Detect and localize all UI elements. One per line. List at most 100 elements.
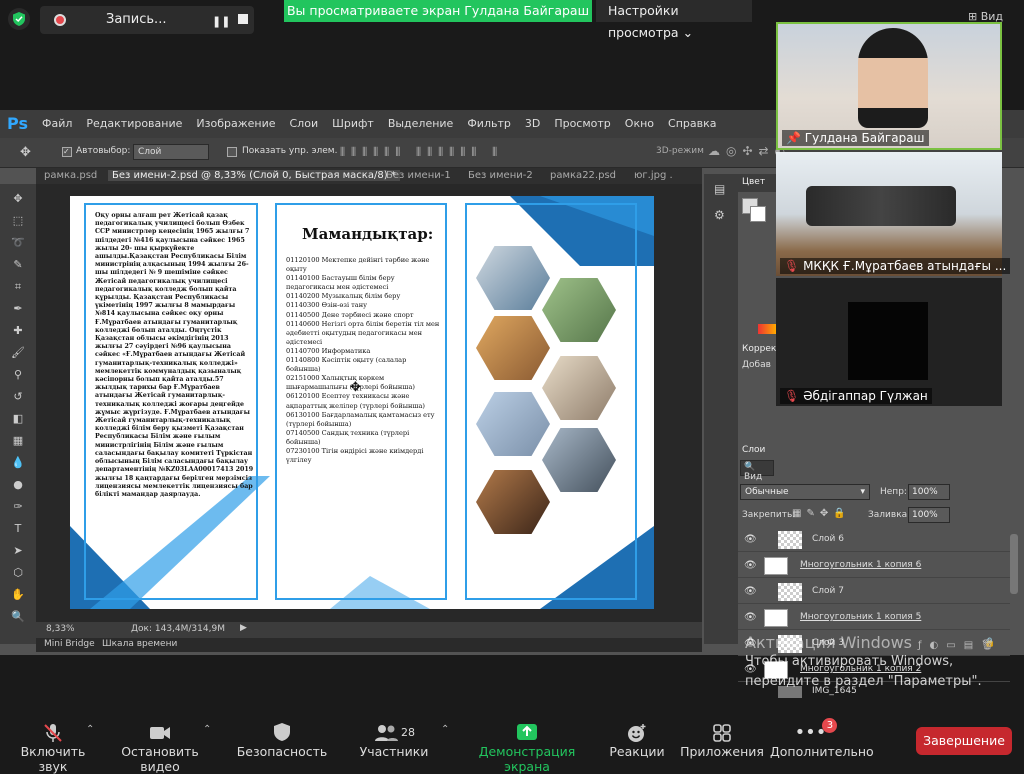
zoom-security-shield-icon[interactable]: [8, 8, 30, 30]
stamp-tool-icon[interactable]: ⚲: [10, 368, 26, 382]
tab-active-document[interactable]: Без имени-2.psd @ 8,33% (Слой 0, Быстрая…: [108, 170, 400, 181]
quick-select-tool-icon[interactable]: ✎: [10, 258, 26, 272]
menu-3d[interactable]: 3D: [525, 117, 540, 130]
move-tool-icon[interactable]: ✥: [20, 145, 31, 160]
ps-bottom-tabs: Mini Bridge Шкала времени: [36, 638, 702, 652]
menu-help[interactable]: Справка: [668, 117, 716, 130]
autoselect-target-select[interactable]: Слой: [133, 144, 209, 160]
move-tool-icon[interactable]: ✥: [10, 192, 26, 206]
participants-button[interactable]: 28 Участники: [352, 722, 436, 759]
blend-mode-select[interactable]: Обычные ▾: [740, 484, 870, 500]
history-text: Оқу орны алғаш рет Жетісай қазақ педагог…: [95, 212, 254, 498]
show-controls-checkbox[interactable]: [227, 147, 237, 157]
more-button[interactable]: •••3 Дополнительно: [770, 718, 874, 759]
blur-tool-icon[interactable]: 💧: [10, 456, 26, 470]
lasso-tool-icon[interactable]: ➰: [10, 236, 26, 250]
chevron-up-icon[interactable]: ⌃: [441, 724, 449, 735]
tab-mini-bridge[interactable]: Mini Bridge: [44, 639, 95, 649]
zoom-level[interactable]: 8,33%: [46, 624, 75, 634]
tab-untitled-1[interactable]: Без имени-1: [386, 170, 451, 181]
tab-ramka22[interactable]: рамка22.psd: [550, 170, 616, 181]
blend-mode-value: Обычные: [745, 487, 789, 497]
tab-color[interactable]: Цвет: [738, 174, 776, 192]
fill-input[interactable]: 100%: [908, 507, 950, 523]
security-button[interactable]: Безопасность: [236, 722, 328, 759]
layer-row[interactable]: 👁 Слой 6: [738, 528, 1010, 552]
security-label: Безопасность: [236, 744, 328, 759]
eye-icon[interactable]: 👁: [744, 586, 757, 597]
menu-type[interactable]: Шрифт: [332, 117, 374, 130]
history-brush-icon[interactable]: ↺: [10, 390, 26, 404]
history-panel-icon[interactable]: ▤: [714, 182, 725, 196]
brush-tool-icon[interactable]: 🖌: [10, 346, 26, 360]
lock-icons[interactable]: ▦✎✥🔒: [792, 508, 851, 519]
end-meeting-button[interactable]: Завершение: [916, 727, 1012, 755]
participant-video[interactable]: 🎙 МКҚК Ғ.Мұратбаев атындағы ...: [776, 152, 1011, 276]
layer-row[interactable]: 👁 Многоугольник 1 копия 5: [738, 606, 1010, 630]
specialty-item: 01140800 Кәсіптік оқыту (салалар бойынша…: [286, 356, 407, 374]
status-arrow-icon[interactable]: ▶: [240, 623, 247, 633]
participant-name-label: 🎙 Әбдігаппар Гүлжан: [780, 388, 932, 404]
pause-recording-icon[interactable]: ❚❚: [212, 15, 230, 28]
menu-file[interactable]: Файл: [42, 117, 72, 130]
tab-untitled-2[interactable]: Без имени-2: [468, 170, 533, 181]
apps-button[interactable]: Приложения: [680, 722, 764, 759]
activation-title: Активация Windows: [745, 633, 912, 652]
opacity-input[interactable]: 100%: [908, 484, 950, 500]
participants-count: 28: [401, 726, 415, 739]
background-color-swatch[interactable]: [750, 206, 766, 222]
gradient-tool-icon[interactable]: ▦: [10, 434, 26, 448]
layer-kind-filter[interactable]: 🔍 Вид: [740, 460, 774, 482]
marquee-tool-icon[interactable]: ⬚: [10, 214, 26, 228]
tab-ramka[interactable]: рамка.psd: [44, 170, 97, 181]
eye-icon[interactable]: 👁: [744, 612, 757, 623]
share-screen-button[interactable]: Демонстрация экрана: [462, 722, 592, 774]
align-icons[interactable]: ⫴⫴⫴⫴⫴⫴ ⫴⫴⫴⫴⫴⫴ ⫴: [340, 145, 503, 160]
layer-row[interactable]: 👁 Многоугольник 1 копия 6: [738, 554, 1010, 578]
stop-recording-icon[interactable]: [238, 14, 248, 24]
properties-panel-icon[interactable]: ⚙: [714, 208, 725, 222]
crop-tool-icon[interactable]: ⌗: [10, 280, 26, 294]
participant-video[interactable]: 📌 Гулдана Байгараш: [776, 22, 1002, 150]
dodge-tool-icon[interactable]: ●: [10, 478, 26, 492]
chevron-up-icon[interactable]: ⌃: [203, 724, 211, 735]
specialty-item: 06120100 Есептеу техникасы және ақпаратт…: [286, 392, 426, 410]
layer-row[interactable]: 👁 Слой 7: [738, 580, 1010, 604]
healing-tool-icon[interactable]: ✚: [10, 324, 26, 338]
zoom-tool-icon[interactable]: 🔍: [10, 610, 26, 624]
menu-view[interactable]: Просмотр: [554, 117, 610, 130]
eye-icon[interactable]: 👁: [744, 560, 757, 571]
tab-layers[interactable]: Слои: [742, 445, 765, 455]
eraser-tool-icon[interactable]: ◧: [10, 412, 26, 426]
type-tool-icon[interactable]: T: [10, 522, 26, 536]
menu-select[interactable]: Выделение: [388, 117, 454, 130]
participant-video[interactable]: 🎙 Әбдігаппар Гүлжан: [776, 278, 1002, 406]
shape-tool-icon[interactable]: ⬡: [10, 566, 26, 580]
recording-label: Запись...: [106, 12, 167, 27]
share-screen-icon: [462, 722, 592, 744]
menu-layers[interactable]: Слои: [290, 117, 319, 130]
menu-edit[interactable]: Редактирование: [86, 117, 182, 130]
chevron-up-icon[interactable]: ⌃: [86, 724, 94, 735]
layers-scrollbar[interactable]: [1010, 534, 1018, 594]
color-ramp[interactable]: [758, 324, 776, 334]
pen-tool-icon[interactable]: ✑: [10, 500, 26, 514]
menu-filter[interactable]: Фильтр: [467, 117, 511, 130]
eyedropper-tool-icon[interactable]: ✒: [10, 302, 26, 316]
menu-window[interactable]: Окно: [625, 117, 654, 130]
hand-tool-icon[interactable]: ✋: [10, 588, 26, 602]
people-icon: 28: [352, 722, 436, 744]
path-select-icon[interactable]: ➤: [10, 544, 26, 558]
menu-image[interactable]: Изображение: [196, 117, 275, 130]
opacity-value: 100%: [912, 487, 938, 497]
view-settings-button[interactable]: Настройки просмотра ⌄: [596, 0, 752, 40]
tab-yug[interactable]: юг.jpg .: [634, 170, 673, 181]
participant-name: МКҚК Ғ.Мұратбаев атындағы ...: [803, 259, 1007, 273]
reactions-button[interactable]: Реакции: [608, 722, 666, 759]
eye-icon[interactable]: 👁: [744, 534, 757, 545]
tab-corrections[interactable]: Коррек: [742, 344, 776, 354]
windows-activation-watermark: Активация Windows Чтобы активировать Win…: [745, 633, 1005, 692]
stop-video-button[interactable]: Остановить видео: [104, 722, 216, 774]
tab-timeline[interactable]: Шкала времени: [102, 639, 177, 649]
autoselect-checkbox[interactable]: ✓: [62, 147, 72, 157]
